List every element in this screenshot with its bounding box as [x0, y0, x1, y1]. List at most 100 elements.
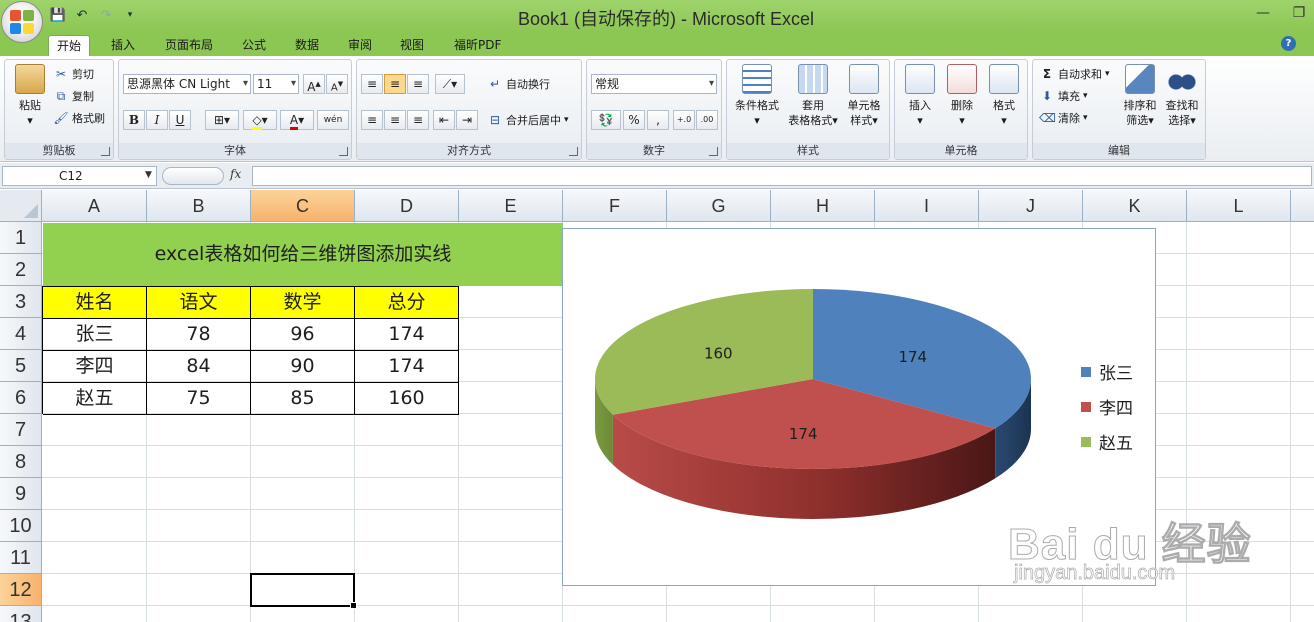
- row-header-3[interactable]: 3: [0, 286, 42, 318]
- active-cell-c12[interactable]: [250, 573, 357, 609]
- tab-page-layout[interactable]: 页面布局: [157, 35, 221, 56]
- merge-center-button[interactable]: ⊟ 合并后居中 ▾: [487, 112, 569, 128]
- column-header-m[interactable]: [1291, 190, 1314, 222]
- table-cell[interactable]: 90: [251, 351, 355, 383]
- column-header-i[interactable]: I: [875, 190, 979, 222]
- office-button[interactable]: [1, 1, 43, 43]
- customize-qat-icon[interactable]: ▾: [120, 5, 140, 25]
- comma-style-button[interactable]: ,: [647, 110, 669, 130]
- header-cell-name[interactable]: 姓名: [43, 287, 147, 319]
- conditional-formatting-button[interactable]: 条件格式 ▾: [731, 64, 783, 128]
- minimize-icon[interactable]: —: [1254, 4, 1272, 22]
- name-box-dropdown-icon[interactable]: ▼: [145, 170, 152, 180]
- insert-cells-button[interactable]: 插入 ▾: [897, 64, 943, 128]
- formula-bar-handle[interactable]: [162, 167, 224, 185]
- number-launcher-icon[interactable]: [709, 147, 718, 156]
- row-header-6[interactable]: 6: [0, 382, 42, 414]
- insert-function-icon[interactable]: fx: [230, 167, 241, 181]
- column-header-c[interactable]: C: [251, 190, 355, 222]
- bold-button[interactable]: B: [123, 110, 145, 130]
- row-header-9[interactable]: 9: [0, 478, 42, 510]
- align-middle-icon[interactable]: ≡: [384, 74, 406, 94]
- formula-input[interactable]: [252, 166, 1312, 186]
- row-header-12[interactable]: 12: [0, 574, 42, 606]
- grow-font-icon[interactable]: A▲: [303, 74, 325, 94]
- font-name-select[interactable]: 思源黑体 CN Light: [123, 74, 251, 94]
- text-orientation-icon[interactable]: ⟋▾: [435, 74, 465, 94]
- select-all-corner[interactable]: [0, 190, 42, 222]
- column-header-k[interactable]: K: [1083, 190, 1187, 222]
- phonetic-guide-icon[interactable]: wén: [317, 110, 349, 130]
- help-icon[interactable]: ?: [1281, 36, 1296, 51]
- column-header-a[interactable]: A: [42, 190, 147, 222]
- title-cell[interactable]: excel表格如何给三维饼图添加实线: [43, 223, 563, 286]
- tab-review[interactable]: 审阅: [340, 35, 380, 56]
- delete-cells-button[interactable]: 删除 ▾: [939, 64, 985, 128]
- row-header-13[interactable]: 13: [0, 606, 42, 622]
- tab-home[interactable]: 开始: [48, 35, 91, 56]
- currency-icon[interactable]: 💱: [591, 110, 621, 130]
- row-header-8[interactable]: 8: [0, 446, 42, 478]
- align-center-icon[interactable]: ≡: [384, 110, 406, 130]
- autosum-button[interactable]: Σ 自动求和 ▾: [1039, 66, 1110, 82]
- table-cell[interactable]: 78: [147, 319, 251, 351]
- clear-button[interactable]: ⌫ 清除 ▾: [1039, 110, 1088, 126]
- table-cell[interactable]: 85: [251, 383, 355, 415]
- row-header-7[interactable]: 7: [0, 414, 42, 446]
- percent-button[interactable]: %: [623, 110, 645, 130]
- table-cell[interactable]: 张三: [43, 319, 147, 351]
- column-header-g[interactable]: G: [667, 190, 771, 222]
- decrease-decimal-button[interactable]: .00: [696, 110, 718, 130]
- align-bottom-icon[interactable]: ≡: [407, 74, 429, 94]
- header-cell-math[interactable]: 数学: [251, 287, 355, 319]
- underline-button[interactable]: U: [169, 110, 191, 130]
- find-select-button[interactable]: 查找和 选择▾: [1161, 64, 1203, 128]
- number-format-select[interactable]: 常规: [591, 74, 717, 94]
- row-header-10[interactable]: 10: [0, 510, 42, 542]
- column-header-e[interactable]: E: [459, 190, 563, 222]
- restore-icon[interactable]: ❐: [1290, 4, 1308, 22]
- row-header-4[interactable]: 4: [0, 318, 42, 350]
- decrease-indent-icon[interactable]: ⇤: [433, 110, 455, 130]
- column-header-b[interactable]: B: [147, 190, 251, 222]
- align-left-icon[interactable]: ≡: [361, 110, 383, 130]
- font-color-icon[interactable]: A▾: [280, 110, 314, 130]
- format-cells-button[interactable]: 格式 ▾: [981, 64, 1027, 128]
- column-header-l[interactable]: L: [1187, 190, 1291, 222]
- row-header-2[interactable]: 2: [0, 254, 42, 286]
- table-cell[interactable]: 李四: [43, 351, 147, 383]
- table-cell[interactable]: 75: [147, 383, 251, 415]
- paste-button[interactable]: 粘贴 ▾: [7, 64, 53, 128]
- tab-view[interactable]: 视图: [392, 35, 432, 56]
- italic-button[interactable]: I: [146, 110, 168, 130]
- increase-indent-icon[interactable]: ⇥: [456, 110, 478, 130]
- borders-icon[interactable]: ⊞▾: [205, 110, 239, 130]
- header-cell-chinese[interactable]: 语文: [147, 287, 251, 319]
- row-header-11[interactable]: 11: [0, 542, 42, 574]
- increase-decimal-button[interactable]: +.0: [673, 110, 695, 130]
- legend-item-zhangsan[interactable]: 张三: [1081, 359, 1133, 384]
- table-cell[interactable]: 96: [251, 319, 355, 351]
- column-header-j[interactable]: J: [979, 190, 1083, 222]
- tab-data[interactable]: 数据: [287, 35, 327, 56]
- header-cell-total[interactable]: 总分: [355, 287, 459, 319]
- table-cell[interactable]: 174: [355, 351, 459, 383]
- redo-icon[interactable]: ↷: [96, 5, 116, 25]
- tab-foxit-pdf[interactable]: 福昕PDF: [446, 35, 509, 56]
- table-cell[interactable]: 赵五: [43, 383, 147, 415]
- align-top-icon[interactable]: ≡: [361, 74, 383, 94]
- pie-chart[interactable]: 174 174 160 张三 李四 赵五: [562, 228, 1156, 586]
- undo-icon[interactable]: ↶: [72, 5, 92, 25]
- wrap-text-button[interactable]: ↵ 自动换行: [487, 76, 550, 92]
- row-header-1[interactable]: 1: [0, 222, 42, 254]
- tab-insert[interactable]: 插入: [103, 35, 143, 56]
- save-icon[interactable]: 💾: [48, 5, 68, 25]
- row-header-5[interactable]: 5: [0, 350, 42, 382]
- shrink-font-icon[interactable]: A▼: [326, 74, 348, 94]
- table-cell[interactable]: 84: [147, 351, 251, 383]
- clipboard-launcher-icon[interactable]: [101, 147, 110, 156]
- column-header-d[interactable]: D: [355, 190, 459, 222]
- cell-styles-button[interactable]: 单元格 样式▾: [841, 64, 887, 128]
- cut-button[interactable]: ✂ 剪切: [53, 66, 94, 82]
- column-header-h[interactable]: H: [771, 190, 875, 222]
